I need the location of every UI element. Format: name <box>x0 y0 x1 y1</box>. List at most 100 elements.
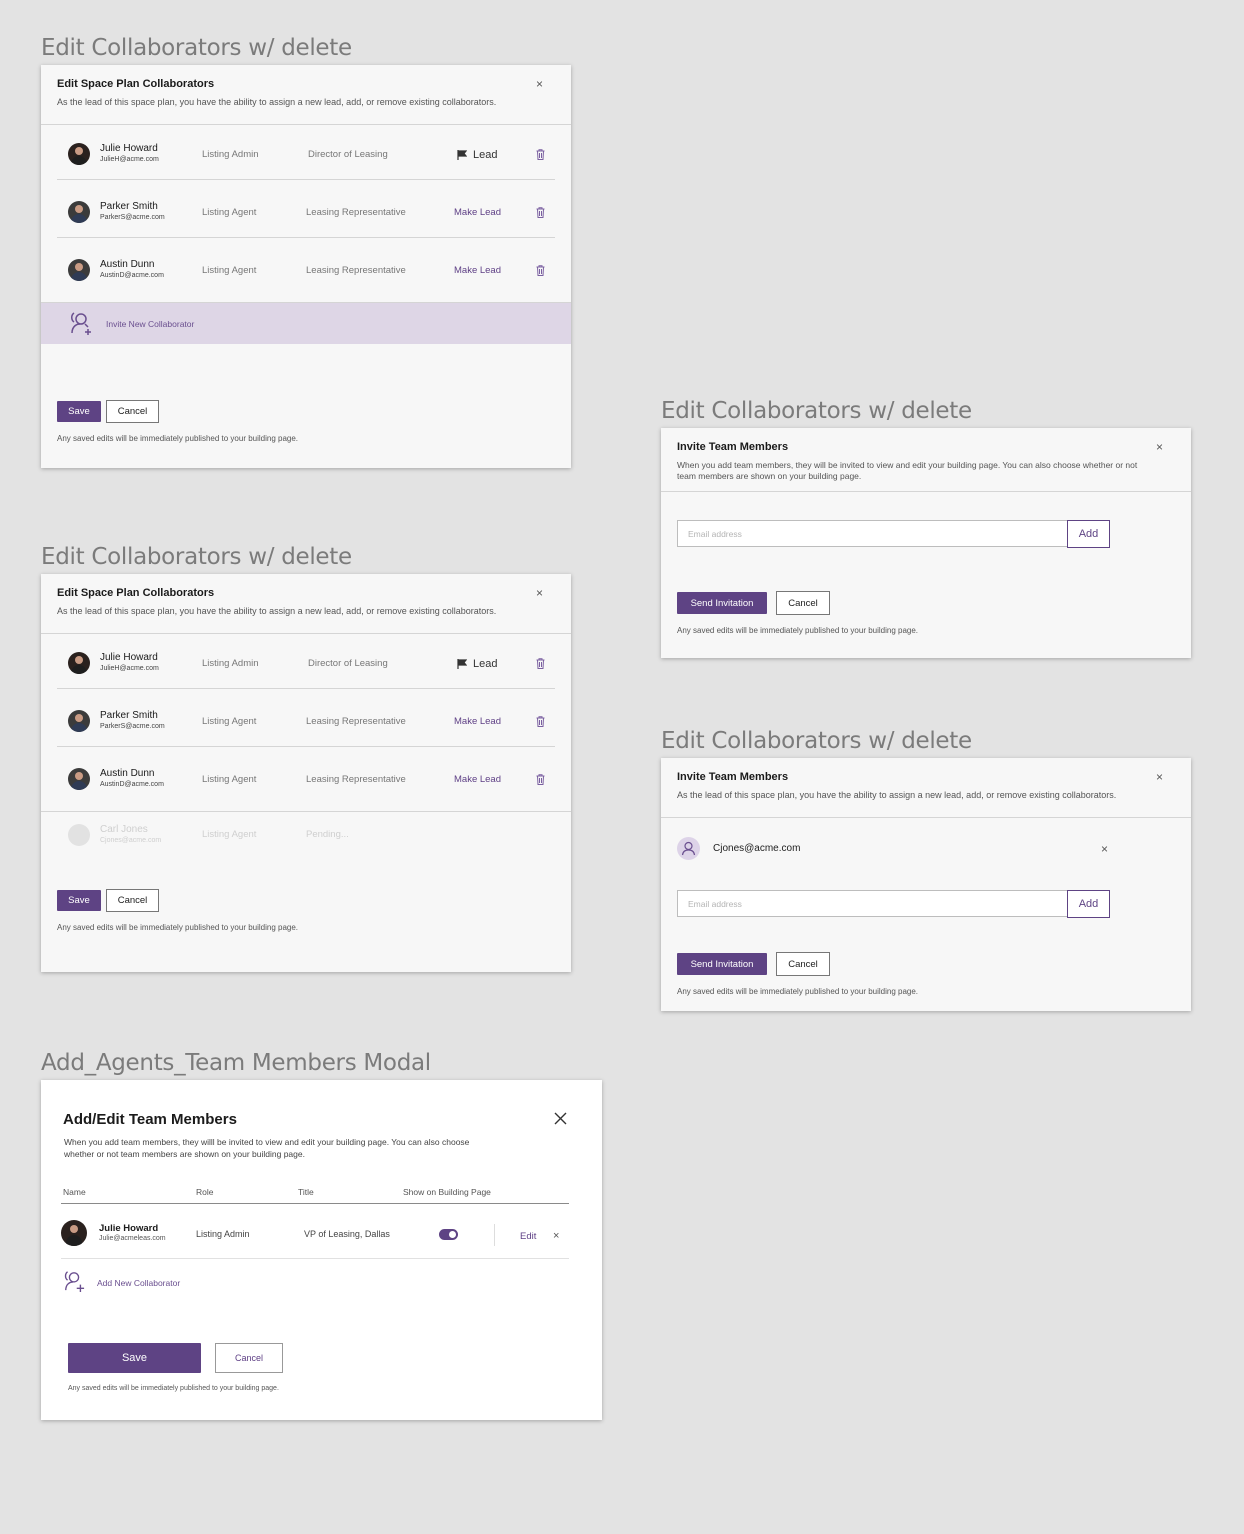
edit-collaborators-modal-pending: Edit Space Plan Collaborators As the lea… <box>41 574 571 972</box>
person-name: Julie Howard <box>100 143 158 154</box>
divider <box>57 688 555 689</box>
make-lead-link[interactable]: Make Lead <box>454 716 501 727</box>
person-email: AustinD@acme.com <box>100 781 164 788</box>
divider <box>661 817 1191 818</box>
person-email: AustinD@acme.com <box>100 272 164 279</box>
person-name: Parker Smith <box>100 710 158 721</box>
close-icon[interactable]: × <box>536 586 543 600</box>
lead-label: Lead <box>473 149 498 161</box>
title: Leasing Representative <box>306 265 406 276</box>
email-input[interactable] <box>677 520 1068 547</box>
add-button[interactable]: Add <box>1067 520 1110 548</box>
cancel-button[interactable]: Cancel <box>215 1343 283 1373</box>
collaborator-row: Parker Smith ParkerS@acme.com Listing Ag… <box>57 183 555 241</box>
title: Leasing Representative <box>306 774 406 785</box>
divider <box>661 491 1191 492</box>
close-icon[interactable]: × <box>1156 440 1163 454</box>
send-invitation-button[interactable]: Send Invitation <box>677 953 767 975</box>
make-lead-link[interactable]: Make Lead <box>454 774 501 785</box>
divider <box>57 237 555 238</box>
add-user-icon <box>71 312 91 335</box>
add-collaborator-link[interactable]: Add New Collaborator <box>97 1278 180 1288</box>
email-input[interactable] <box>677 890 1068 917</box>
avatar <box>68 652 90 674</box>
save-button[interactable]: Save <box>57 401 101 422</box>
frame-label: Edit Collaborators w/ delete <box>661 398 972 424</box>
cancel-button[interactable]: Cancel <box>106 400 159 423</box>
send-invitation-button[interactable]: Send Invitation <box>677 592 767 614</box>
modal-title: Invite Team Members <box>677 771 789 783</box>
title: Leasing Representative <box>306 207 406 218</box>
pending-status: Pending... <box>306 829 349 840</box>
cancel-button[interactable]: Cancel <box>776 591 830 615</box>
column-header-name: Name <box>63 1187 86 1197</box>
close-icon[interactable]: × <box>1156 770 1163 784</box>
role: Listing Agent <box>202 207 257 218</box>
person-email: ParkerS@acme.com <box>100 723 165 730</box>
trash-icon[interactable] <box>536 207 545 218</box>
person-name: Austin Dunn <box>100 259 155 270</box>
person-name: Austin Dunn <box>100 768 155 779</box>
save-button[interactable]: Save <box>57 890 101 911</box>
collaborator-row: Parker Smith ParkerS@acme.com Listing Ag… <box>57 692 555 750</box>
flag-icon <box>457 659 467 669</box>
collaborator-row: Julie Howard JulieH@acme.com Listing Adm… <box>57 125 555 183</box>
pending-collaborator-row: Carl Jones Cjones@acme.com Listing Agent… <box>57 814 555 872</box>
trash-icon[interactable] <box>536 265 545 276</box>
person-email: JulieH@acme.com <box>100 665 159 672</box>
remove-member-icon[interactable]: × <box>553 1230 559 1242</box>
role: Listing Agent <box>202 265 257 276</box>
avatar <box>68 710 90 732</box>
role: Listing Agent <box>202 716 257 727</box>
divider <box>41 811 571 812</box>
frame-label: Edit Collaborators w/ delete <box>41 35 352 61</box>
edit-link[interactable]: Edit <box>520 1231 536 1242</box>
add-user-icon[interactable] <box>63 1270 85 1292</box>
modal-title: Add/Edit Team Members <box>63 1111 237 1128</box>
divider <box>61 1258 569 1259</box>
publish-note: Any saved edits will be immediately publ… <box>677 626 919 635</box>
avatar-placeholder <box>68 824 90 846</box>
title: Leasing Representative <box>306 716 406 727</box>
make-lead-link[interactable]: Make Lead <box>454 207 501 218</box>
add-button[interactable]: Add <box>1067 890 1110 918</box>
collaborator-row: Julie Howard JulieH@acme.com Listing Adm… <box>57 634 555 692</box>
cancel-button[interactable]: Cancel <box>106 889 159 912</box>
publish-note: Any saved edits will be immediately publ… <box>677 987 919 996</box>
role: Listing Admin <box>202 149 259 160</box>
modal-title: Edit Space Plan Collaborators <box>57 78 215 90</box>
lead-label: Lead <box>473 658 498 670</box>
save-button[interactable]: Save <box>68 1343 201 1373</box>
modal-subtitle: When you add team members, they willl be… <box>64 1137 470 1159</box>
trash-icon[interactable] <box>536 774 545 785</box>
frame-label: Edit Collaborators w/ delete <box>661 728 972 754</box>
modal-title: Edit Space Plan Collaborators <box>57 587 215 599</box>
role: Listing Admin <box>202 658 259 669</box>
edit-collaborators-modal: Edit Space Plan Collaborators As the lea… <box>41 65 571 468</box>
column-header-role: Role <box>196 1187 214 1197</box>
cancel-button[interactable]: Cancel <box>776 952 830 976</box>
member-email: Julie@acmeleas.com <box>99 1235 166 1242</box>
trash-icon[interactable] <box>536 149 545 160</box>
remove-invitee-icon[interactable]: × <box>1101 842 1108 856</box>
divider <box>57 179 555 180</box>
trash-icon[interactable] <box>536 716 545 727</box>
member-role: Listing Admin <box>196 1229 250 1239</box>
make-lead-link[interactable]: Make Lead <box>454 265 501 276</box>
title: Director of Leasing <box>308 658 388 669</box>
publish-note: Any saved edits will be immediately publ… <box>57 434 299 443</box>
divider <box>61 1203 569 1204</box>
frame-label: Add_Agents_Team Members Modal <box>41 1050 431 1076</box>
show-on-building-page-toggle[interactable] <box>439 1229 458 1240</box>
avatar <box>68 201 90 223</box>
avatar <box>68 768 90 790</box>
person-email: JulieH@acme.com <box>100 156 159 163</box>
invite-collaborator-row[interactable]: Invite New Collaborator <box>41 303 571 344</box>
trash-icon[interactable] <box>536 658 545 669</box>
flag-icon <box>457 150 467 160</box>
title: Director of Leasing <box>308 149 388 160</box>
person-name: Parker Smith <box>100 201 158 212</box>
close-icon[interactable] <box>554 1112 567 1125</box>
modal-subtitle: When you add team members, they will be … <box>677 460 1138 481</box>
close-icon[interactable]: × <box>536 77 543 91</box>
